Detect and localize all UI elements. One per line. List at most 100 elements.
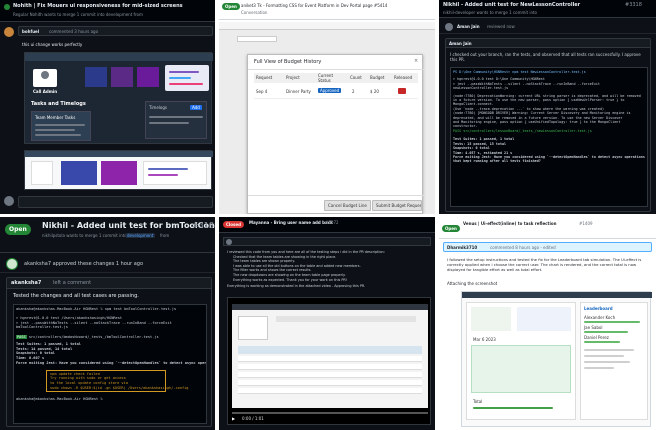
avatar[interactable] [226, 239, 232, 245]
pr-header: Nohith | Fix Mouers ui responsiveness fo… [0, 0, 215, 22]
chart-panel: Mar 6 2023 Total [466, 302, 576, 420]
column-header: Released [394, 75, 413, 80]
stat-block [137, 67, 159, 87]
comment-body: this ui change works perfectly [22, 42, 83, 47]
update-check-box: npm update check failed Try running with… [46, 369, 189, 393]
tile-video-review-pr: Closed Mayanna - Bring user name add bac… [219, 217, 435, 430]
cell: $ 20 [370, 89, 379, 94]
placeholder-line [584, 349, 634, 351]
video-player[interactable]: ▶ 0:00 / 1:01 [227, 297, 431, 425]
green-grid [471, 345, 571, 393]
pr-header: Open aniket3 Tk - Formatting CSS for Eve… [219, 0, 435, 20]
leaderboard-panel: Leaderboard Alexander Koch Jae Sabol Dan… [580, 302, 648, 420]
total-bar [473, 407, 553, 409]
timelogs-panel: Timelogs Add [145, 101, 207, 139]
embedded-navbar [232, 304, 428, 310]
approved-check-icon [6, 258, 18, 270]
comment-header: bohfuel commented 3 hours ago [18, 26, 213, 36]
terminal-output: PS D:\One Community\HGNRest> npm test Ne… [450, 67, 648, 207]
tab-conversation[interactable]: Conversation [241, 10, 267, 15]
review-event: Aman Jain reviewed now [439, 20, 656, 34]
comment-author[interactable]: Aman Jain [449, 41, 472, 46]
date-label: Mar 6 2023 [473, 337, 496, 342]
add-button[interactable]: Add [190, 105, 202, 110]
table-header [238, 346, 422, 354]
avatar[interactable] [445, 23, 453, 31]
next-comment-header [18, 196, 213, 208]
tile-leaderboard-pr: Open Venus | Ui-effect(inline) to task r… [439, 217, 656, 430]
avatar[interactable] [4, 196, 14, 206]
pr-title[interactable]: Venus | Ui-effect(inline) to task reflec… [463, 221, 556, 226]
pr-title[interactable]: Nikhil - Added unit test for bmToolContr… [42, 221, 215, 230]
tile-newlessoncontroller-pr: Nikhil - Added unit test for NewLessonCo… [439, 0, 656, 214]
close-icon[interactable]: × [414, 58, 418, 64]
cancel-budget-button[interactable]: Cancel Budget Line [324, 200, 371, 211]
modal-title: Full View of Budget History [254, 59, 322, 65]
table-row [238, 372, 422, 378]
placeholder-line [149, 116, 203, 118]
stat-block [111, 67, 133, 87]
profile-card [238, 316, 268, 340]
update-line: sudo chown -R $USER:$(id -gn $USER) /Use… [50, 385, 189, 390]
leaderboard-item[interactable]: Daniel Perez [584, 335, 609, 340]
comment-author[interactable]: bohfuel [22, 29, 39, 34]
placeholder-line [35, 134, 81, 136]
table-row [238, 380, 422, 386]
cell: Dinner Party [286, 89, 311, 94]
embedded-light-screenshot [24, 150, 213, 190]
terminal-line: > jest --passWithNoTests --silent --noSt… [16, 320, 172, 330]
embedded-dashboard-screenshot: Call Admin Tasks and Timelogs Team Membe… [24, 52, 213, 144]
comment-meta: commented 8 hours ago - edited [490, 245, 556, 250]
approval-event: akanksha7 approved these changes 1 hour … [0, 255, 215, 273]
review-comment: Aman Jain I checked out your branch, ran… [445, 38, 651, 212]
column-header: Count [350, 75, 362, 80]
pr-number: #1409 [579, 221, 593, 226]
leaderboard-item[interactable]: Jae Sabol [584, 325, 602, 330]
pr-meta: Regular Nohith wants to merge 1 commit i… [13, 12, 143, 17]
leaderboard-bar [584, 341, 620, 343]
play-icon[interactable]: ▶ [232, 416, 235, 421]
avatar[interactable] [4, 27, 14, 37]
embedded-navbar [462, 292, 652, 298]
reviewer-name[interactable]: Aman Jain [457, 24, 480, 29]
mini-bar [148, 174, 178, 176]
comment-time: commented 3 hours ago [49, 29, 99, 34]
pr-header: Open Nikhil - Added unit test for bmTool… [0, 217, 215, 253]
open-badge: Open [442, 225, 460, 232]
stat-block [101, 161, 137, 185]
tile-mouers-responsive-pr: Nohith | Fix Mouers ui responsiveness fo… [0, 0, 215, 214]
mini-chart [143, 161, 207, 185]
pr-title[interactable]: Nikhil - Added unit test for NewLessonCo… [443, 2, 623, 8]
pr-number: #1072 [325, 220, 339, 225]
leaderboard-item[interactable]: Alexander Koch [584, 315, 615, 320]
comment-author[interactable]: akanksha7 [11, 280, 41, 286]
review-comment: akanksha7 left a comment Tested the chan… [6, 277, 212, 427]
pr-title[interactable]: Nohith | Fix Mouers ui responsiveness fo… [13, 3, 203, 9]
pr-title[interactable]: Mayanna - Bring user name add back [249, 220, 333, 225]
mini-bar [169, 71, 199, 73]
approval-text: akanksha7 approved these changes 1 hour … [24, 261, 144, 267]
comment-author[interactable]: Dharmik3710 [447, 245, 477, 250]
table-row [238, 388, 422, 394]
pass-path: src/controllers/bmdashboard/_tests_/bmTo… [28, 334, 159, 339]
placeholder-line [149, 122, 189, 124]
submit-budget-button[interactable]: Submit Budget Request [372, 200, 422, 211]
video-frame [232, 304, 428, 408]
mini-chart [165, 65, 209, 91]
cell: 2 [352, 89, 355, 94]
terminal-output: akanksha@akankshas-MacBook-Air HGNRest %… [13, 304, 207, 424]
base-branch[interactable]: development [125, 233, 156, 238]
video-progress-track[interactable] [232, 412, 428, 414]
pr-header: Nikhil - Added unit test for NewLessonCo… [439, 0, 656, 18]
screenshot-grid: Nohith | Fix Mouers ui responsiveness fo… [0, 0, 656, 430]
pr-title[interactable]: aniket3 Tk - Formatting CSS for Event Pl… [241, 3, 431, 8]
comment-header: Dharmik3710 commented 8 hours ago - edit… [443, 242, 652, 252]
leaderboard-bar [584, 321, 640, 323]
embedded-navbar [25, 53, 213, 61]
pr-number: #3184 [192, 221, 215, 230]
embedded-navbar [25, 151, 213, 157]
tile-bmtoolcontroller-pr: Open Nikhil - Added unit test for bmTool… [0, 217, 215, 430]
status-badge: Approved [318, 88, 342, 93]
leaderboard-bar [584, 331, 628, 333]
comment-header: Aman Jain [446, 39, 650, 48]
